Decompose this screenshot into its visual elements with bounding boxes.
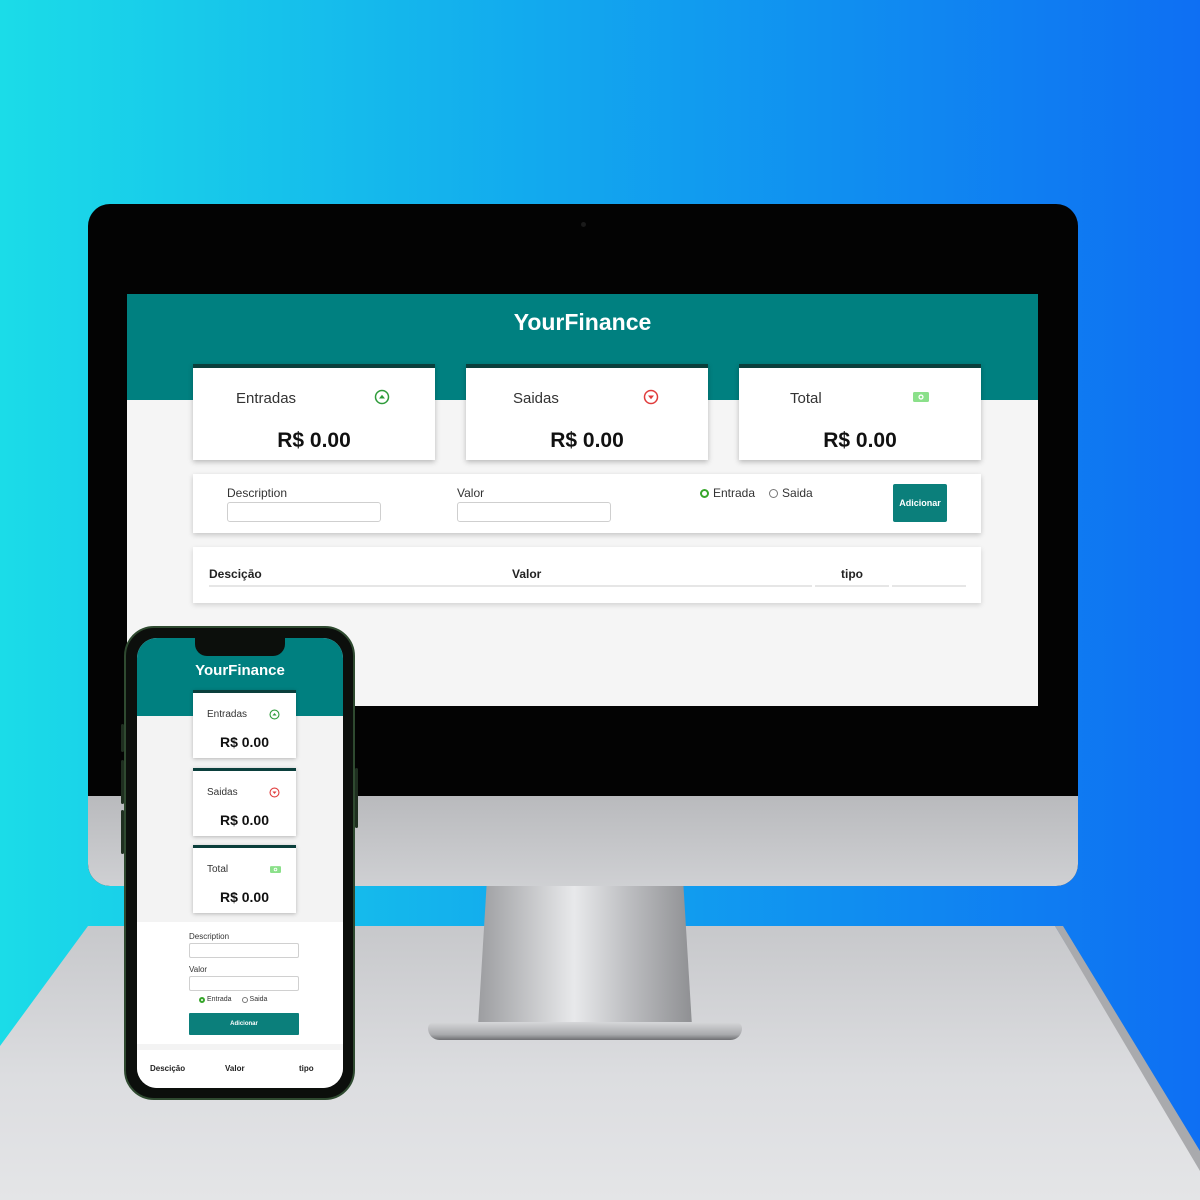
monitor-stand [478,886,692,1026]
mobile-income-label: Entradas [207,709,248,720]
header-divider [209,585,812,587]
type-radio-group: Entrada Saida [700,486,827,500]
value-label: Valor [457,486,485,500]
header-divider [892,585,966,587]
column-header-type: tipo [841,567,863,581]
description-input[interactable] [227,502,381,522]
phone-side-button [121,760,124,804]
add-button[interactable]: Adicionar [893,484,947,522]
monitor-stand-base [428,1022,742,1040]
arrow-up-circle-icon [269,709,280,720]
mobile-radio-entrada-label[interactable]: Entrada [207,996,232,1003]
mobile-value-label: Valor [189,965,208,974]
mobile-transaction-form: Description Valor Entrada Saida Adiciona… [137,922,343,1044]
mobile-total-card: Total R$ 0.00 [193,845,296,913]
total-card: Total R$ 0.00 [739,364,981,460]
mobile-phone: YourFinance Entradas R$ 0.00 Saidas R$ 0… [121,626,358,1100]
mobile-app-title: YourFinance [195,662,285,679]
radio-saida[interactable] [769,488,779,498]
description-label: Description [227,486,288,500]
mobile-value-input[interactable] [189,976,299,991]
mobile-total-value: R$ 0.00 [219,889,270,905]
income-card: Entradas R$ 0.00 [193,364,435,460]
radio-entrada-label[interactable]: Entrada [713,486,755,500]
value-input[interactable] [457,502,611,522]
money-bill-icon [270,866,281,873]
phone-side-button [121,810,124,854]
phone-side-button [121,724,124,752]
mobile-description-label: Description [189,932,230,941]
income-value: R$ 0.00 [277,429,351,452]
arrow-up-circle-icon [374,389,390,405]
radio-entrada[interactable] [700,488,709,498]
mobile-add-button[interactable]: Adicionar [189,1013,299,1035]
expense-card: Saidas R$ 0.00 [466,364,708,460]
mobile-expense-value: R$ 0.00 [219,812,270,828]
mobile-expense-label: Saidas [207,787,238,798]
arrow-down-circle-icon [643,389,659,405]
transactions-table: Desciçāo Valor tipo [193,547,981,603]
radio-saida-label[interactable]: Saida [782,486,813,500]
app-title: YourFinance [513,309,652,335]
mobile-description-input[interactable] [189,943,299,958]
mobile-income-card: Entradas R$ 0.00 [193,690,296,758]
mobile-expense-card: Saidas R$ 0.00 [193,768,296,836]
column-header-description: Desciçāo [209,567,262,581]
transaction-form: Description Valor Entrada Saida Adiciona… [193,474,981,533]
arrow-down-circle-icon [269,787,280,798]
expense-label: Saidas [513,390,559,407]
phone-side-button [355,768,358,828]
mobile-radio-saida[interactable] [241,996,248,1003]
mobile-income-value: R$ 0.00 [219,734,270,750]
mobile-type-radio-group: Entrada Saida [199,996,277,1003]
income-label: Entradas [236,390,297,407]
total-label: Total [790,390,822,407]
monitor-camera [581,222,586,227]
mobile-column-header-type: tipo [299,1064,314,1073]
mobile-column-header-value: Valor [225,1064,245,1073]
expense-value: R$ 0.00 [550,429,624,452]
mobile-app-screen: YourFinance Entradas R$ 0.00 Saidas R$ 0… [137,638,343,1088]
mobile-total-label: Total [207,864,229,875]
mobile-radio-saida-label[interactable]: Saida [250,996,268,1003]
phone-notch [195,638,285,656]
money-bill-icon [913,392,929,402]
total-value: R$ 0.00 [823,429,897,452]
mobile-transactions-table: Desciçāo Valor tipo [137,1050,343,1088]
mobile-radio-entrada[interactable] [199,996,205,1003]
column-header-value: Valor [512,567,542,581]
mobile-column-header-description: Desciçāo [150,1064,186,1073]
header-divider [815,585,889,587]
